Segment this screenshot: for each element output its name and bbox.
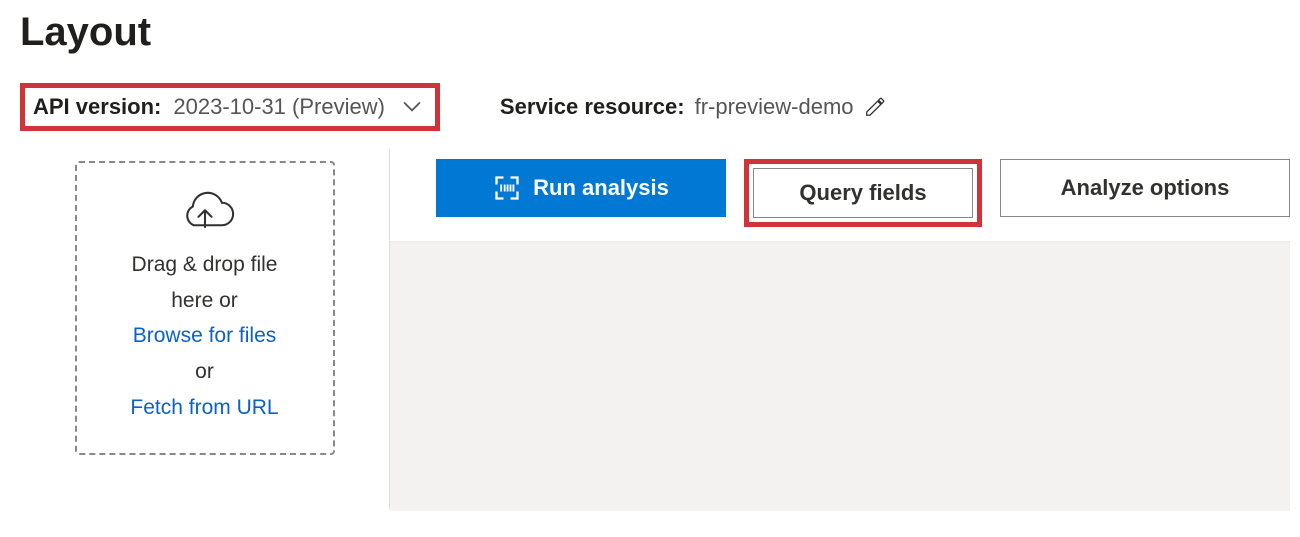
service-resource-group: Service resource: fr-preview-demo xyxy=(500,94,886,120)
query-fields-highlight: Query fields xyxy=(744,159,982,227)
query-fields-button[interactable]: Query fields xyxy=(753,168,973,218)
analyze-options-label: Analyze options xyxy=(1061,175,1230,201)
service-resource-value: fr-preview-demo xyxy=(695,94,854,120)
header-row: API version: 2023-10-31 (Preview) Servic… xyxy=(20,83,1280,131)
file-sidebar: Drag & drop file here or Browse for file… xyxy=(20,149,390,509)
page-title: Layout xyxy=(20,10,1280,55)
fetch-from-url-link[interactable]: Fetch from URL xyxy=(89,390,321,426)
upload-cloud-icon xyxy=(175,191,235,237)
dropzone-text-2: here or xyxy=(89,283,321,319)
api-version-label: API version: xyxy=(33,94,161,120)
analyze-options-button[interactable]: Analyze options xyxy=(1000,159,1290,217)
toolbar: Run analysis Query fields Analyze option… xyxy=(390,149,1290,241)
api-version-dropdown[interactable]: API version: 2023-10-31 (Preview) xyxy=(20,83,440,131)
dropzone-text-1: Drag & drop file xyxy=(89,247,321,283)
run-analysis-button[interactable]: Run analysis xyxy=(436,159,726,217)
run-analysis-label: Run analysis xyxy=(533,175,669,201)
query-fields-label: Query fields xyxy=(799,180,926,206)
file-dropzone[interactable]: Drag & drop file here or Browse for file… xyxy=(75,161,335,455)
document-canvas xyxy=(390,241,1290,511)
scan-icon xyxy=(493,174,521,202)
browse-files-link[interactable]: Browse for files xyxy=(89,318,321,354)
service-resource-label: Service resource: xyxy=(500,94,685,120)
edit-icon[interactable] xyxy=(864,96,886,118)
api-version-value: 2023-10-31 (Preview) xyxy=(173,94,385,120)
chevron-down-icon xyxy=(403,101,421,113)
dropzone-or: or xyxy=(89,354,321,390)
